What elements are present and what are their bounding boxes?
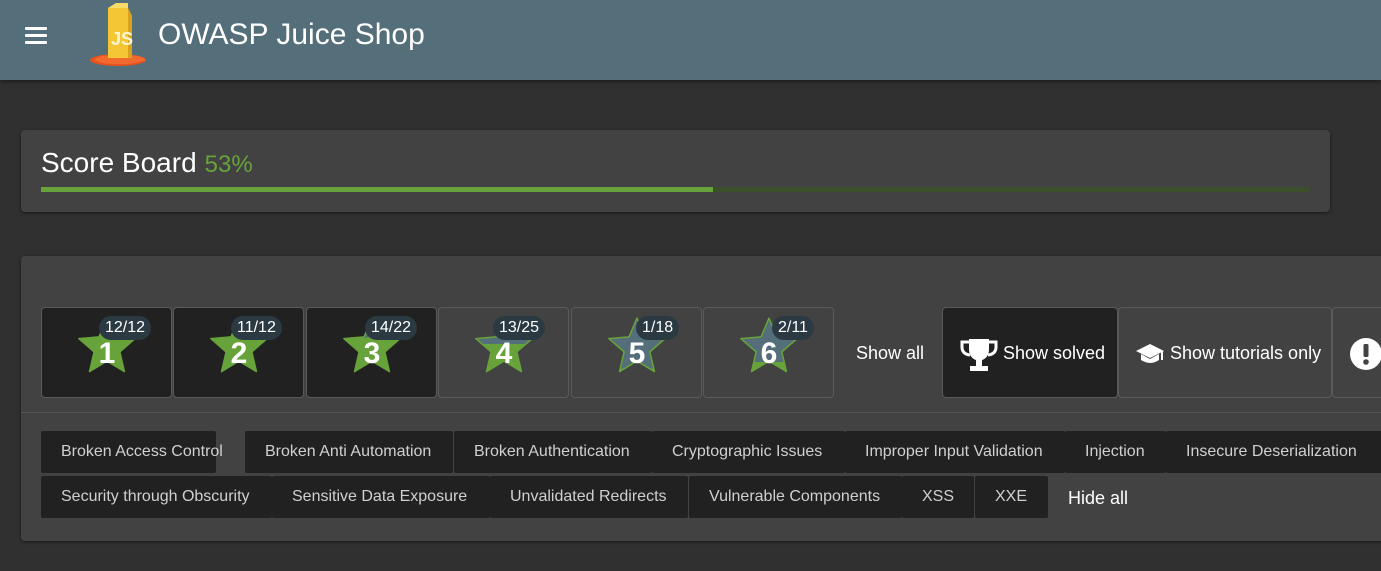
difficulty-solved-badge: 1/18	[636, 316, 680, 340]
score-progress-fill	[41, 187, 714, 192]
show-tutorials-only-label: Show tutorials only	[1170, 343, 1322, 363]
category-chip-broken-authentication[interactable]: Broken Authentication	[454, 431, 652, 473]
show-solved-label: Show solved	[1003, 343, 1106, 363]
category-chip-xxe[interactable]: XXE	[975, 476, 1048, 518]
difficulty-level-number: 1	[99, 337, 116, 370]
difficulty-solved-badge: 2/11	[772, 316, 814, 340]
category-chip-cryptographic-issues[interactable]: Cryptographic Issues	[652, 431, 845, 473]
difficulty-show-all-button[interactable]: Show all	[856, 343, 924, 364]
difficulty-solved-badge: 13/25	[493, 316, 546, 340]
difficulty-level-number: 2	[231, 337, 248, 370]
menu-icon-bar	[25, 41, 47, 44]
show-tutorials-only-button[interactable]: Show tutorials only	[1118, 307, 1332, 398]
category-chip-improper-input-validation[interactable]: Improper Input Validation	[845, 431, 1065, 473]
difficulty-star-icon: 6	[740, 317, 798, 373]
difficulty-level-number: 5	[629, 337, 646, 370]
exclamation-icon	[1350, 338, 1381, 370]
score-board-heading: Score Board	[41, 147, 197, 178]
svg-text:JS: JS	[111, 29, 133, 49]
menu-icon-bar	[25, 34, 47, 37]
difficulty-solved-badge: 12/12	[99, 316, 152, 340]
alert-button[interactable]	[1332, 307, 1381, 398]
difficulty-level-number: 6	[761, 337, 778, 370]
category-chip-xss[interactable]: XSS	[902, 476, 974, 518]
app-title: OWASP Juice Shop	[158, 18, 425, 51]
trophy-icon	[960, 339, 998, 371]
difficulty-filter-5[interactable]: 5 1/18	[571, 307, 702, 398]
category-chip-vulnerable-components[interactable]: Vulnerable Components	[689, 476, 902, 518]
show-solved-button[interactable]: Show solved	[942, 307, 1118, 398]
menu-button[interactable]	[22, 22, 52, 52]
score-progress-bar	[41, 187, 1309, 192]
difficulty-filter-1[interactable]: 1 12/12	[41, 307, 172, 398]
difficulty-level-number: 4	[496, 337, 513, 370]
difficulty-solved-badge: 11/12	[231, 316, 282, 340]
difficulty-solved-badge: 14/22	[365, 316, 418, 340]
score-board-title: Score Board 53%	[41, 146, 253, 182]
juice-shop-logo[interactable]: JS	[88, 2, 150, 68]
top-toolbar: JS OWASP Juice Shop	[0, 0, 1381, 80]
difficulty-filter-3[interactable]: 3 14/22	[306, 307, 437, 398]
graduation-cap-icon	[1136, 344, 1164, 363]
menu-icon	[25, 27, 47, 30]
categories-hide-all-button[interactable]: Hide all	[1068, 488, 1128, 509]
challenge-filter-card: 1 12/12 2 11/12 3 14/22 4 13/25 5 1/18 6 2/11 Show …	[21, 256, 1381, 541]
category-chip-unvalidated-redirects[interactable]: Unvalidated Redirects	[490, 476, 688, 518]
score-percent: 53%	[204, 151, 253, 178]
category-chip-security-through-obscurity[interactable]: Security through Obscurity	[41, 476, 272, 518]
difficulty-level-number: 3	[364, 337, 381, 370]
filter-divider	[21, 412, 1381, 413]
category-chip-broken-anti-automation[interactable]: Broken Anti Automation	[245, 431, 453, 473]
score-board-card: Score Board 53%	[21, 130, 1330, 212]
difficulty-filter-2[interactable]: 2 11/12	[173, 307, 304, 398]
difficulty-filter-4[interactable]: 4 13/25	[438, 307, 569, 398]
category-chip-insecure-deserialization[interactable]: Insecure Deserialization	[1166, 431, 1381, 473]
difficulty-filter-6[interactable]: 6 2/11	[703, 307, 834, 398]
category-chip-broken-access-control[interactable]: Broken Access Control	[41, 431, 223, 473]
category-chip-injection[interactable]: Injection	[1065, 431, 1166, 473]
category-chip-sensitive-data-exposure[interactable]: Sensitive Data Exposure	[272, 476, 490, 518]
